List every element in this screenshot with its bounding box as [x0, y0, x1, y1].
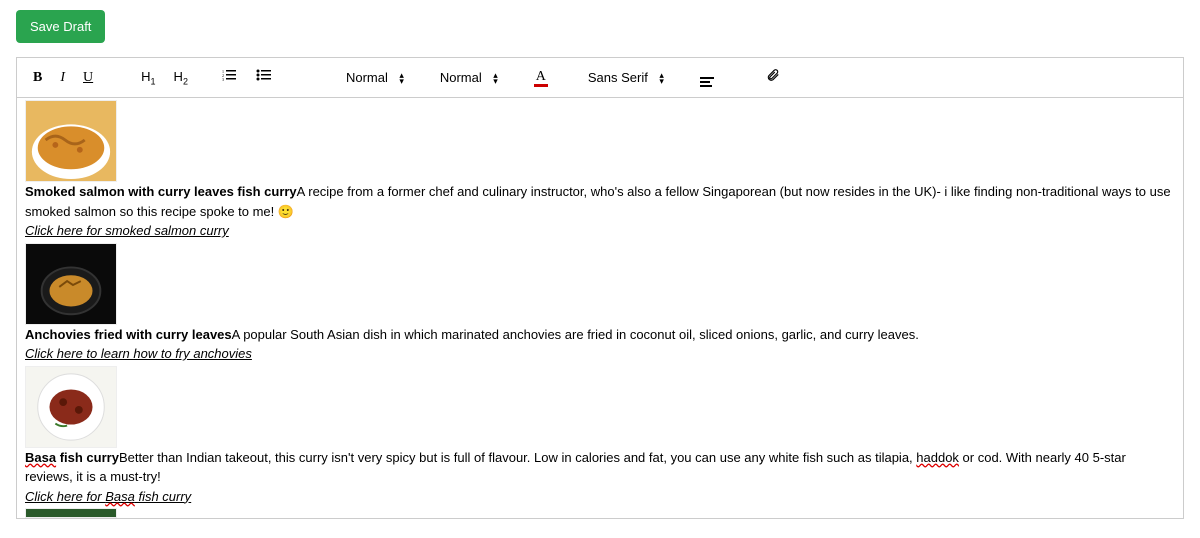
spellcheck-error: Basa — [105, 489, 135, 504]
spellcheck-error: Basa — [25, 450, 56, 465]
block-format-select[interactable]: Normal ▴▾ — [340, 68, 406, 87]
text-color-icon: A — [534, 70, 548, 87]
recipe-image — [25, 243, 117, 325]
heading1-button[interactable]: H1 — [135, 67, 161, 89]
recipe-image — [25, 100, 117, 182]
block-format-label: Normal — [346, 70, 388, 85]
entry-title: Basa fish curry — [25, 450, 119, 465]
recipe-link[interactable]: Click here for smoked salmon curry — [25, 223, 229, 238]
heading2-button[interactable]: H2 — [168, 67, 194, 89]
recipe-link[interactable]: Click here for Basa fish curry — [25, 489, 191, 504]
bold-button[interactable]: B — [27, 68, 48, 88]
underline-button[interactable]: U — [77, 68, 99, 88]
font-size-label: Normal — [440, 70, 482, 85]
ordered-list-button[interactable]: 123 — [216, 67, 244, 88]
chevron-updown-icon: ▴▾ — [493, 72, 498, 84]
recipe-image — [25, 366, 117, 448]
paperclip-icon — [766, 68, 780, 82]
unordered-list-button[interactable] — [250, 67, 278, 88]
entry-line: Basa fish curryBetter than Indian takeou… — [25, 448, 1175, 487]
align-icon — [700, 77, 714, 87]
italic-button[interactable]: I — [54, 68, 71, 88]
font-family-select[interactable]: Sans Serif ▴▾ — [582, 68, 666, 87]
svg-text:3: 3 — [222, 77, 224, 81]
text-color-button[interactable]: A — [528, 67, 554, 89]
recipe-link[interactable]: Click here to learn how to fry anchovies — [25, 346, 252, 361]
chevron-updown-icon: ▴▾ — [659, 72, 664, 84]
spellcheck-error: haddok — [916, 450, 959, 465]
save-draft-button[interactable]: Save Draft — [16, 10, 105, 43]
font-family-label: Sans Serif — [588, 70, 648, 85]
rich-text-editor: B I U H1 H2 123 Normal ▴▾ Normal ▴▾ — [16, 57, 1184, 519]
attachment-button[interactable] — [760, 66, 786, 89]
entry-title: Smoked salmon with curry leaves fish cur… — [25, 184, 297, 199]
editor-toolbar: B I U H1 H2 123 Normal ▴▾ Normal ▴▾ — [17, 58, 1183, 98]
entry-line: Smoked salmon with curry leaves fish cur… — [25, 182, 1175, 221]
entry-line: Anchovies fried with curry leavesA popul… — [25, 325, 1175, 345]
recipe-image — [25, 508, 117, 518]
font-size-select[interactable]: Normal ▴▾ — [434, 68, 500, 87]
entry-body: Better than Indian takeout, this curry i… — [25, 450, 1126, 485]
chevron-updown-icon: ▴▾ — [399, 72, 404, 84]
align-button[interactable] — [694, 66, 720, 89]
entry-title: Anchovies fried with curry leaves — [25, 327, 232, 342]
entry-body: A popular South Asian dish in which mari… — [232, 327, 919, 342]
editor-content[interactable]: Smoked salmon with curry leaves fish cur… — [17, 98, 1183, 518]
